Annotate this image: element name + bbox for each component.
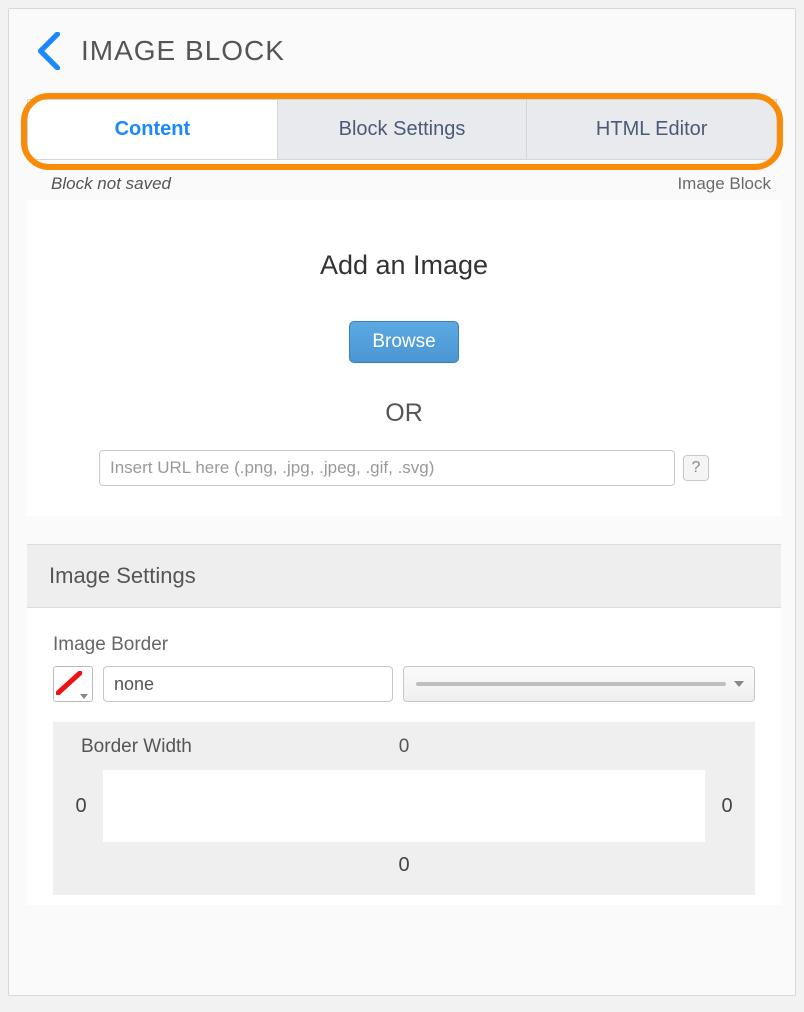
image-settings-body: Image Border Border Width 0 0 — [27, 608, 781, 905]
page-title: IMAGE BLOCK — [81, 35, 285, 67]
url-row: ? — [53, 450, 755, 486]
border-style-input[interactable] — [103, 666, 393, 702]
border-style-dropdown[interactable] — [403, 666, 755, 702]
block-not-saved-label: Block not saved — [51, 174, 171, 194]
border-width-header: Border Width 0 — [71, 736, 737, 762]
content-scroll[interactable]: Block not saved Image Block Add an Image… — [27, 170, 789, 985]
block-type-label: Image Block — [677, 174, 771, 194]
tab-block-settings[interactable]: Block Settings — [278, 100, 528, 159]
add-image-heading: Add an Image — [53, 250, 755, 281]
border-width-middle: 0 0 — [71, 770, 737, 842]
or-label: OR — [53, 399, 755, 428]
image-url-input[interactable] — [99, 450, 675, 486]
image-block-panel: IMAGE BLOCK Content Block Settings HTML … — [8, 8, 796, 996]
image-border-label: Image Border — [53, 634, 755, 656]
border-width-box: Border Width 0 0 0 0 — [53, 722, 755, 895]
tab-content[interactable]: Content — [28, 100, 278, 159]
border-width-label: Border Width — [81, 736, 192, 758]
tabs: Content Block Settings HTML Editor — [27, 99, 777, 160]
add-image-area: Add an Image Browse OR ? — [27, 200, 781, 516]
url-help-button[interactable]: ? — [683, 455, 709, 481]
image-border-controls — [53, 666, 755, 702]
chevron-left-icon — [36, 32, 62, 70]
chevron-down-icon — [80, 694, 88, 699]
border-width-right-value[interactable]: 0 — [717, 795, 737, 818]
panel-header: IMAGE BLOCK — [9, 9, 795, 87]
back-button[interactable] — [29, 31, 69, 71]
no-color-icon — [56, 671, 82, 695]
image-settings-heading: Image Settings — [27, 544, 781, 608]
tab-html-editor[interactable]: HTML Editor — [527, 100, 776, 159]
border-width-bottom-value[interactable]: 0 — [71, 854, 737, 877]
border-width-top-value[interactable]: 0 — [399, 736, 410, 757]
border-width-left-value[interactable]: 0 — [71, 795, 91, 818]
border-width-preview — [103, 770, 705, 842]
tabs-wrapper: Content Block Settings HTML Editor — [27, 99, 777, 160]
status-row: Block not saved Image Block — [27, 170, 781, 200]
browse-button[interactable]: Browse — [349, 321, 458, 363]
border-color-picker[interactable] — [53, 666, 93, 702]
